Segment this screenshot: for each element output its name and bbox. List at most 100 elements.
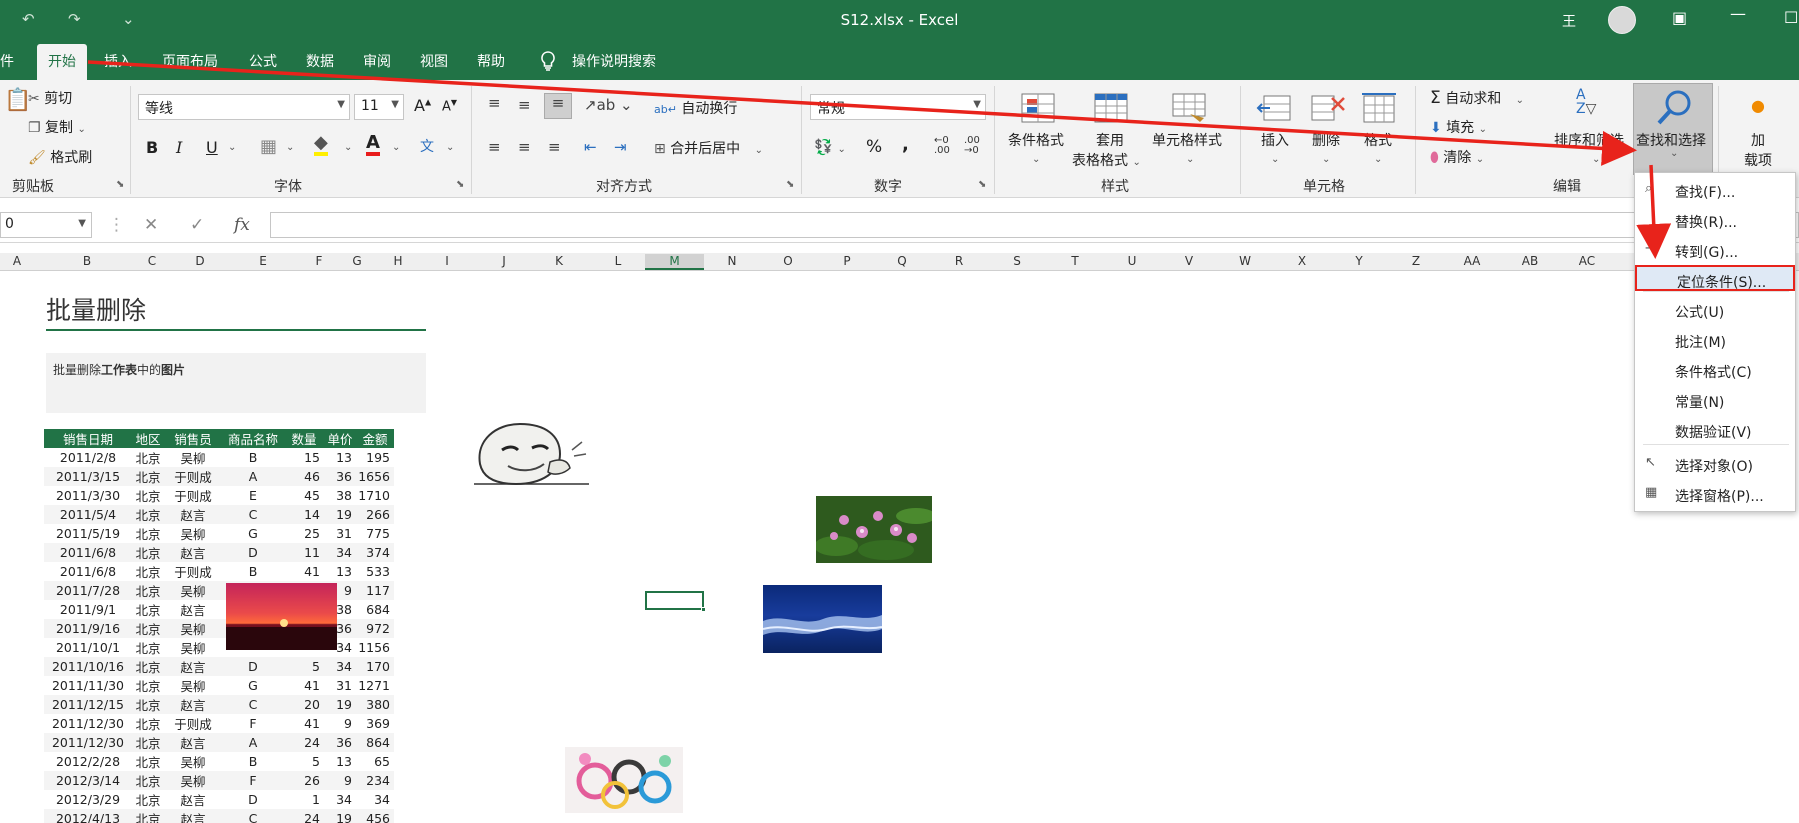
table-cell[interactable]: 于则成 [164,467,222,486]
column-header-V[interactable]: V [1178,254,1200,268]
table-cell[interactable]: 2011/6/8 [44,543,132,562]
table-cell[interactable]: 533 [356,562,394,581]
table-row[interactable]: 2011/5/4 北京 赵言 C 14 19 266 [44,505,394,524]
menu-item-10[interactable]: ▦ 选择窗格(P)... [1635,481,1795,507]
menu-item-2[interactable]: → 转到(G)... [1635,237,1795,263]
table-cell[interactable]: 2011/9/1 [44,600,132,619]
table-cell[interactable]: 吴柳 [164,638,222,657]
table-cell[interactable]: 1156 [356,638,394,657]
table-cell[interactable]: 北京 [132,543,164,562]
table-cell[interactable]: 2011/5/4 [44,505,132,524]
table-cell[interactable]: 北京 [132,771,164,790]
table-row[interactable]: 2011/9/1 北京 赵言 38 684 [44,600,394,619]
bold-button[interactable]: B [146,138,158,157]
column-header-O[interactable]: O [777,254,799,268]
table-cell[interactable]: D [222,657,284,676]
cell-styles-button[interactable]: 单元格样式 ⌄ [1152,130,1222,166]
column-header-AB[interactable]: AB [1519,254,1541,268]
table-cell[interactable]: 36 [324,467,356,486]
table-cell[interactable]: C [222,809,284,823]
fill-handle[interactable] [701,607,706,612]
decrease-decimal-icon[interactable]: .00 →0 [964,136,980,156]
table-cell[interactable]: 吴柳 [164,581,222,600]
table-cell[interactable]: 北京 [132,809,164,823]
table-cell[interactable]: 2011/12/30 [44,733,132,752]
table-cell[interactable]: 19 [324,809,356,823]
table-cell[interactable]: 9 [324,714,356,733]
table-cell[interactable]: 吴柳 [164,524,222,543]
table-row[interactable]: 2011/10/16 北京 赵言 D 5 34 170 [44,657,394,676]
menu-item-8[interactable]: 数据验证(V) [1635,417,1795,443]
menu-item-3[interactable]: 定位条件(S)... [1635,265,1795,291]
table-row[interactable]: 2011/12/15 北京 赵言 C 20 19 380 [44,695,394,714]
tab-data[interactable]: 数据 [306,51,334,71]
avatar[interactable] [1608,6,1636,34]
font-name-select[interactable]: 等线 ▼ [138,94,350,120]
table-cell[interactable]: 2011/5/19 [44,524,132,543]
column-header-I[interactable]: I [436,254,458,268]
grow-font-button[interactable]: A▲ [414,96,431,115]
format-as-table-button[interactable]: 表格格式 ⌄ [1072,150,1141,170]
table-cell[interactable]: 1271 [356,676,394,695]
column-header-N[interactable]: N [721,254,743,268]
column-header-U[interactable]: U [1121,254,1143,268]
increase-indent-icon[interactable]: ⇥ [614,138,627,156]
underline-dropdown-icon[interactable]: ⌄ [228,142,236,153]
table-cell[interactable]: 117 [356,581,394,600]
tab-view[interactable]: 视图 [420,51,448,71]
column-header-W[interactable]: W [1234,254,1256,268]
table-cell[interactable]: 北京 [132,505,164,524]
table-cell[interactable]: 170 [356,657,394,676]
column-header-AA[interactable]: AA [1461,254,1483,268]
find-select-button[interactable]: 查找和选择 ⌄ [1633,83,1713,175]
table-cell[interactable]: 684 [356,600,394,619]
phonetic-dropdown-icon[interactable]: ⌄ [446,142,454,153]
table-cell[interactable]: 赵言 [164,733,222,752]
user-name[interactable]: 王 [1562,11,1576,31]
accounting-format-icon[interactable]: 💱 ⌄ [814,138,846,156]
copy-button[interactable]: ❐ 复制 ⌄ [28,117,86,137]
table-cell[interactable]: 赵言 [164,657,222,676]
table-cell[interactable]: 北京 [132,733,164,752]
menu-item-9[interactable]: ↖ 选择对象(O) [1635,451,1795,477]
table-cell[interactable]: 1 [284,790,324,809]
conditional-format-button[interactable]: 条件格式 ⌄ [1008,130,1064,166]
table-cell[interactable]: 864 [356,733,394,752]
clear-button[interactable]: ⬮ 清除 ⌄ [1430,147,1484,167]
table-cell[interactable]: G [222,676,284,695]
table-cell[interactable]: 456 [356,809,394,823]
table-cell[interactable]: A [222,467,284,486]
column-header-D[interactable]: D [189,254,211,268]
table-cell[interactable]: 赵言 [164,543,222,562]
table-cell[interactable]: 38 [324,486,356,505]
column-header-C[interactable]: C [141,254,163,268]
align-right-icon[interactable]: ≡ [548,138,561,156]
minimize-icon[interactable]: — [1730,4,1746,23]
autosum-button[interactable]: Σ 自动求和 ⌄ [1430,88,1524,108]
table-cell[interactable]: 19 [324,695,356,714]
table-cell[interactable]: 41 [284,714,324,733]
font-color-icon[interactable]: A [366,134,380,156]
menu-item-5[interactable]: 批注(M) [1635,327,1795,353]
table-cell[interactable]: B [222,448,284,467]
cancel-icon[interactable]: ✕ [144,215,158,235]
table-row[interactable]: 2011/10/1 北京 吴柳 34 1156 [44,638,394,657]
column-header-S[interactable]: S [1006,254,1028,268]
table-cell[interactable]: 11 [284,543,324,562]
column-header-Z[interactable]: Z [1405,254,1427,268]
column-header-P[interactable]: P [836,254,858,268]
table-cell[interactable]: 24 [284,733,324,752]
borders-icon[interactable]: ▦ [260,136,277,157]
table-row[interactable]: 2011/7/28北京吴柳F139117 [44,581,394,600]
table-cell[interactable]: 吴柳 [164,771,222,790]
column-header-T[interactable]: T [1064,254,1086,268]
menu-item-7[interactable]: 常量(N) [1635,387,1795,413]
table-cell[interactable]: 369 [356,714,394,733]
table-cell[interactable]: 775 [356,524,394,543]
table-cell[interactable]: 34 [324,657,356,676]
align-center-icon[interactable]: ≡ [518,138,531,156]
tab-home[interactable]: 开始 [37,44,87,80]
column-header-Y[interactable]: Y [1348,254,1370,268]
table-row[interactable]: 2011/12/30 北京 赵言 A 24 36 864 [44,733,394,752]
table-cell[interactable]: 1656 [356,467,394,486]
